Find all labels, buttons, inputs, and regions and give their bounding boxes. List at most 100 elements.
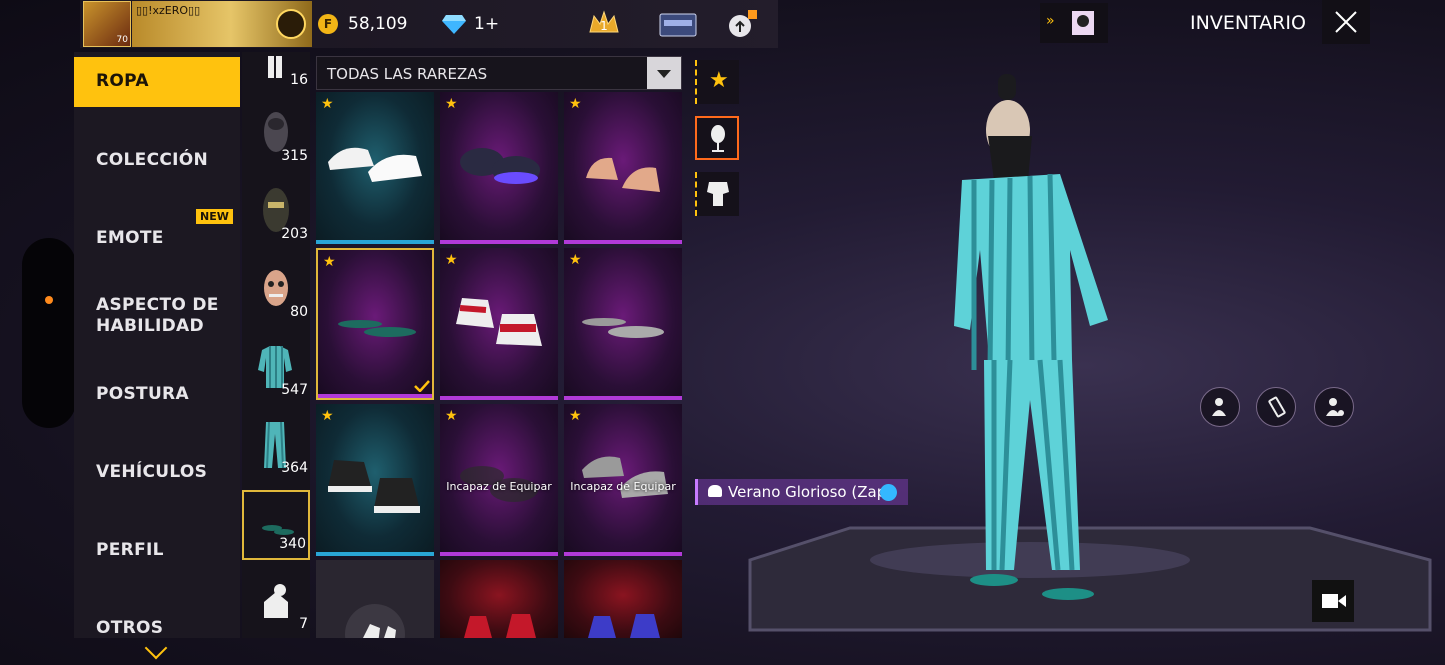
favorite-star-icon: ★ bbox=[569, 408, 582, 424]
sidebar-scroll-handle[interactable] bbox=[22, 238, 76, 428]
close-icon bbox=[1335, 11, 1357, 33]
male-gender-icon bbox=[880, 484, 897, 501]
favorites-filter-button[interactable]: ★ bbox=[695, 60, 739, 104]
rarity-bar bbox=[564, 552, 682, 556]
nav-label: VEHÍCULOS bbox=[96, 462, 208, 482]
nav-label: ASPECTO DE HABILIDAD bbox=[96, 295, 219, 336]
category-shoes[interactable]: 340 bbox=[242, 490, 310, 560]
category-count: 547 bbox=[281, 382, 308, 398]
nav-item-ropa[interactable]: ROPA bbox=[74, 57, 240, 105]
green-flip-flops-icon bbox=[338, 320, 416, 337]
rank-emblem-icon bbox=[276, 9, 306, 39]
rarity-bar bbox=[440, 240, 558, 244]
purple-slippers-icon bbox=[460, 148, 540, 184]
red-shoes-icon bbox=[464, 614, 536, 638]
category-accessories[interactable]: 7 bbox=[242, 568, 310, 638]
gift-cloud-icon[interactable] bbox=[726, 8, 758, 40]
outfit-view-button[interactable] bbox=[695, 116, 739, 160]
card-icon[interactable] bbox=[658, 8, 698, 40]
nav-item-postura[interactable]: POSTURA bbox=[74, 384, 240, 414]
rotate-device-icon bbox=[1268, 396, 1286, 418]
item-tile-white-sneakers[interactable]: ★ bbox=[316, 92, 434, 244]
record-video-button[interactable] bbox=[1312, 580, 1354, 622]
rank-crown-icon[interactable]: 1 bbox=[588, 8, 620, 40]
no-item-icon bbox=[345, 604, 405, 638]
nav-label: PERFIL bbox=[96, 540, 164, 560]
nav-item-vehiculos[interactable]: VEHÍCULOS bbox=[74, 462, 240, 492]
avatar[interactable]: 70 bbox=[83, 1, 131, 47]
category-tops[interactable]: 547 bbox=[242, 334, 310, 404]
category-bottoms[interactable]: 16 bbox=[242, 52, 310, 90]
item-tile-bare-feet[interactable]: ★ bbox=[564, 92, 682, 244]
rotate-button[interactable] bbox=[1256, 387, 1296, 427]
nav-item-perfil[interactable]: PERFIL bbox=[74, 540, 240, 570]
category-count: 364 bbox=[281, 460, 308, 476]
item-tile-black-converse[interactable]: ★ bbox=[316, 404, 434, 556]
rarity-filter-dropdown[interactable]: TODAS LAS RAREZAS bbox=[316, 56, 682, 90]
favorite-star-icon: ★ bbox=[321, 96, 334, 112]
close-button[interactable] bbox=[1322, 0, 1370, 44]
category-masks[interactable]: 315 bbox=[242, 100, 310, 170]
chevron-down-icon[interactable] bbox=[647, 57, 681, 89]
equipped-item-name: Verano Glorioso (Zap bbox=[728, 483, 887, 501]
red-high-tops-icon bbox=[456, 298, 542, 346]
player-name: ▯▯!xzERO▯▯ bbox=[136, 4, 201, 17]
category-count: 16 bbox=[290, 72, 308, 88]
shoe-icon bbox=[708, 485, 722, 497]
item-tile-gray-sneakers[interactable]: ★ Incapaz de Equipar bbox=[564, 404, 682, 556]
rarity-bar bbox=[564, 240, 682, 244]
gold-amount: 58,109 bbox=[348, 14, 408, 34]
rarity-filter-label: TODAS LAS RAREZAS bbox=[327, 65, 488, 83]
item-tile-none[interactable] bbox=[316, 560, 434, 638]
nav-item-coleccion[interactable]: COLECCIÓN bbox=[74, 150, 240, 180]
nav-label: EMOTE bbox=[96, 228, 164, 248]
rarity-bar bbox=[440, 396, 558, 400]
item-tile-dark-boots[interactable]: ★ Incapaz de Equipar bbox=[440, 404, 558, 556]
blue-shoes-icon bbox=[588, 614, 660, 638]
category-count: 80 bbox=[290, 304, 308, 320]
scroll-indicator-dot bbox=[45, 296, 53, 304]
favorite-star-icon: ★ bbox=[569, 252, 582, 268]
chevron-down-icon[interactable] bbox=[144, 636, 168, 660]
player-level: 70 bbox=[116, 35, 128, 45]
player-character[interactable] bbox=[940, 70, 1130, 610]
interaction-button[interactable] bbox=[1200, 387, 1240, 427]
diamond-amount[interactable]: 1+ bbox=[474, 14, 499, 34]
character-portrait-icon bbox=[1072, 11, 1094, 35]
nav-label: OTROS bbox=[96, 618, 164, 638]
nav-label: COLECCIÓN bbox=[96, 150, 209, 170]
cannot-equip-label: Incapaz de Equipar bbox=[446, 480, 552, 493]
favorite-star-icon: ★ bbox=[445, 408, 458, 424]
favorite-star-icon: ★ bbox=[445, 252, 458, 268]
nav-label: ROPA bbox=[96, 71, 149, 91]
player-namecard[interactable]: ▯▯!xzERO▯▯ bbox=[132, 1, 312, 47]
style-view-button[interactable] bbox=[695, 172, 739, 216]
bare-feet-icon bbox=[586, 157, 660, 192]
switch-character-button[interactable]: » bbox=[1040, 3, 1108, 43]
cannot-equip-label: Incapaz de Equipar bbox=[570, 480, 676, 493]
item-tile-red-shoes[interactable] bbox=[440, 560, 558, 638]
item-tile-gray-flip-flops[interactable]: ★ bbox=[564, 248, 682, 400]
equipped-check-icon bbox=[414, 380, 430, 392]
nav-label: POSTURA bbox=[96, 384, 189, 404]
black-converse-icon bbox=[328, 460, 420, 513]
nav-item-aspecto-de-habilidad[interactable]: ASPECTO DE HABILIDAD bbox=[74, 295, 240, 341]
rarity-bar bbox=[440, 552, 558, 556]
diamond-icon bbox=[442, 15, 466, 34]
view-character-button[interactable] bbox=[1314, 387, 1354, 427]
double-chevron-icon: » bbox=[1046, 13, 1055, 29]
rarity-bar bbox=[316, 240, 434, 244]
favorite-star-icon: ★ bbox=[323, 254, 336, 270]
equipped-item-tag: Verano Glorioso (Zap bbox=[695, 479, 908, 505]
category-face[interactable]: 80 bbox=[242, 256, 310, 326]
category-headwear[interactable]: 203 bbox=[242, 178, 310, 248]
favorite-star-icon: ★ bbox=[569, 96, 582, 112]
nav-item-emote[interactable]: EMOTE bbox=[74, 228, 240, 258]
item-tile-green-flip-flops-selected[interactable]: ★ bbox=[316, 248, 434, 400]
item-tile-purple-slippers[interactable]: ★ bbox=[440, 92, 558, 244]
category-pants[interactable]: 364 bbox=[242, 412, 310, 482]
heart-person-icon bbox=[1212, 398, 1226, 416]
item-tile-blue-shoes[interactable] bbox=[564, 560, 682, 638]
video-camera-icon bbox=[1322, 594, 1346, 608]
item-tile-red-high-tops[interactable]: ★ bbox=[440, 248, 558, 400]
